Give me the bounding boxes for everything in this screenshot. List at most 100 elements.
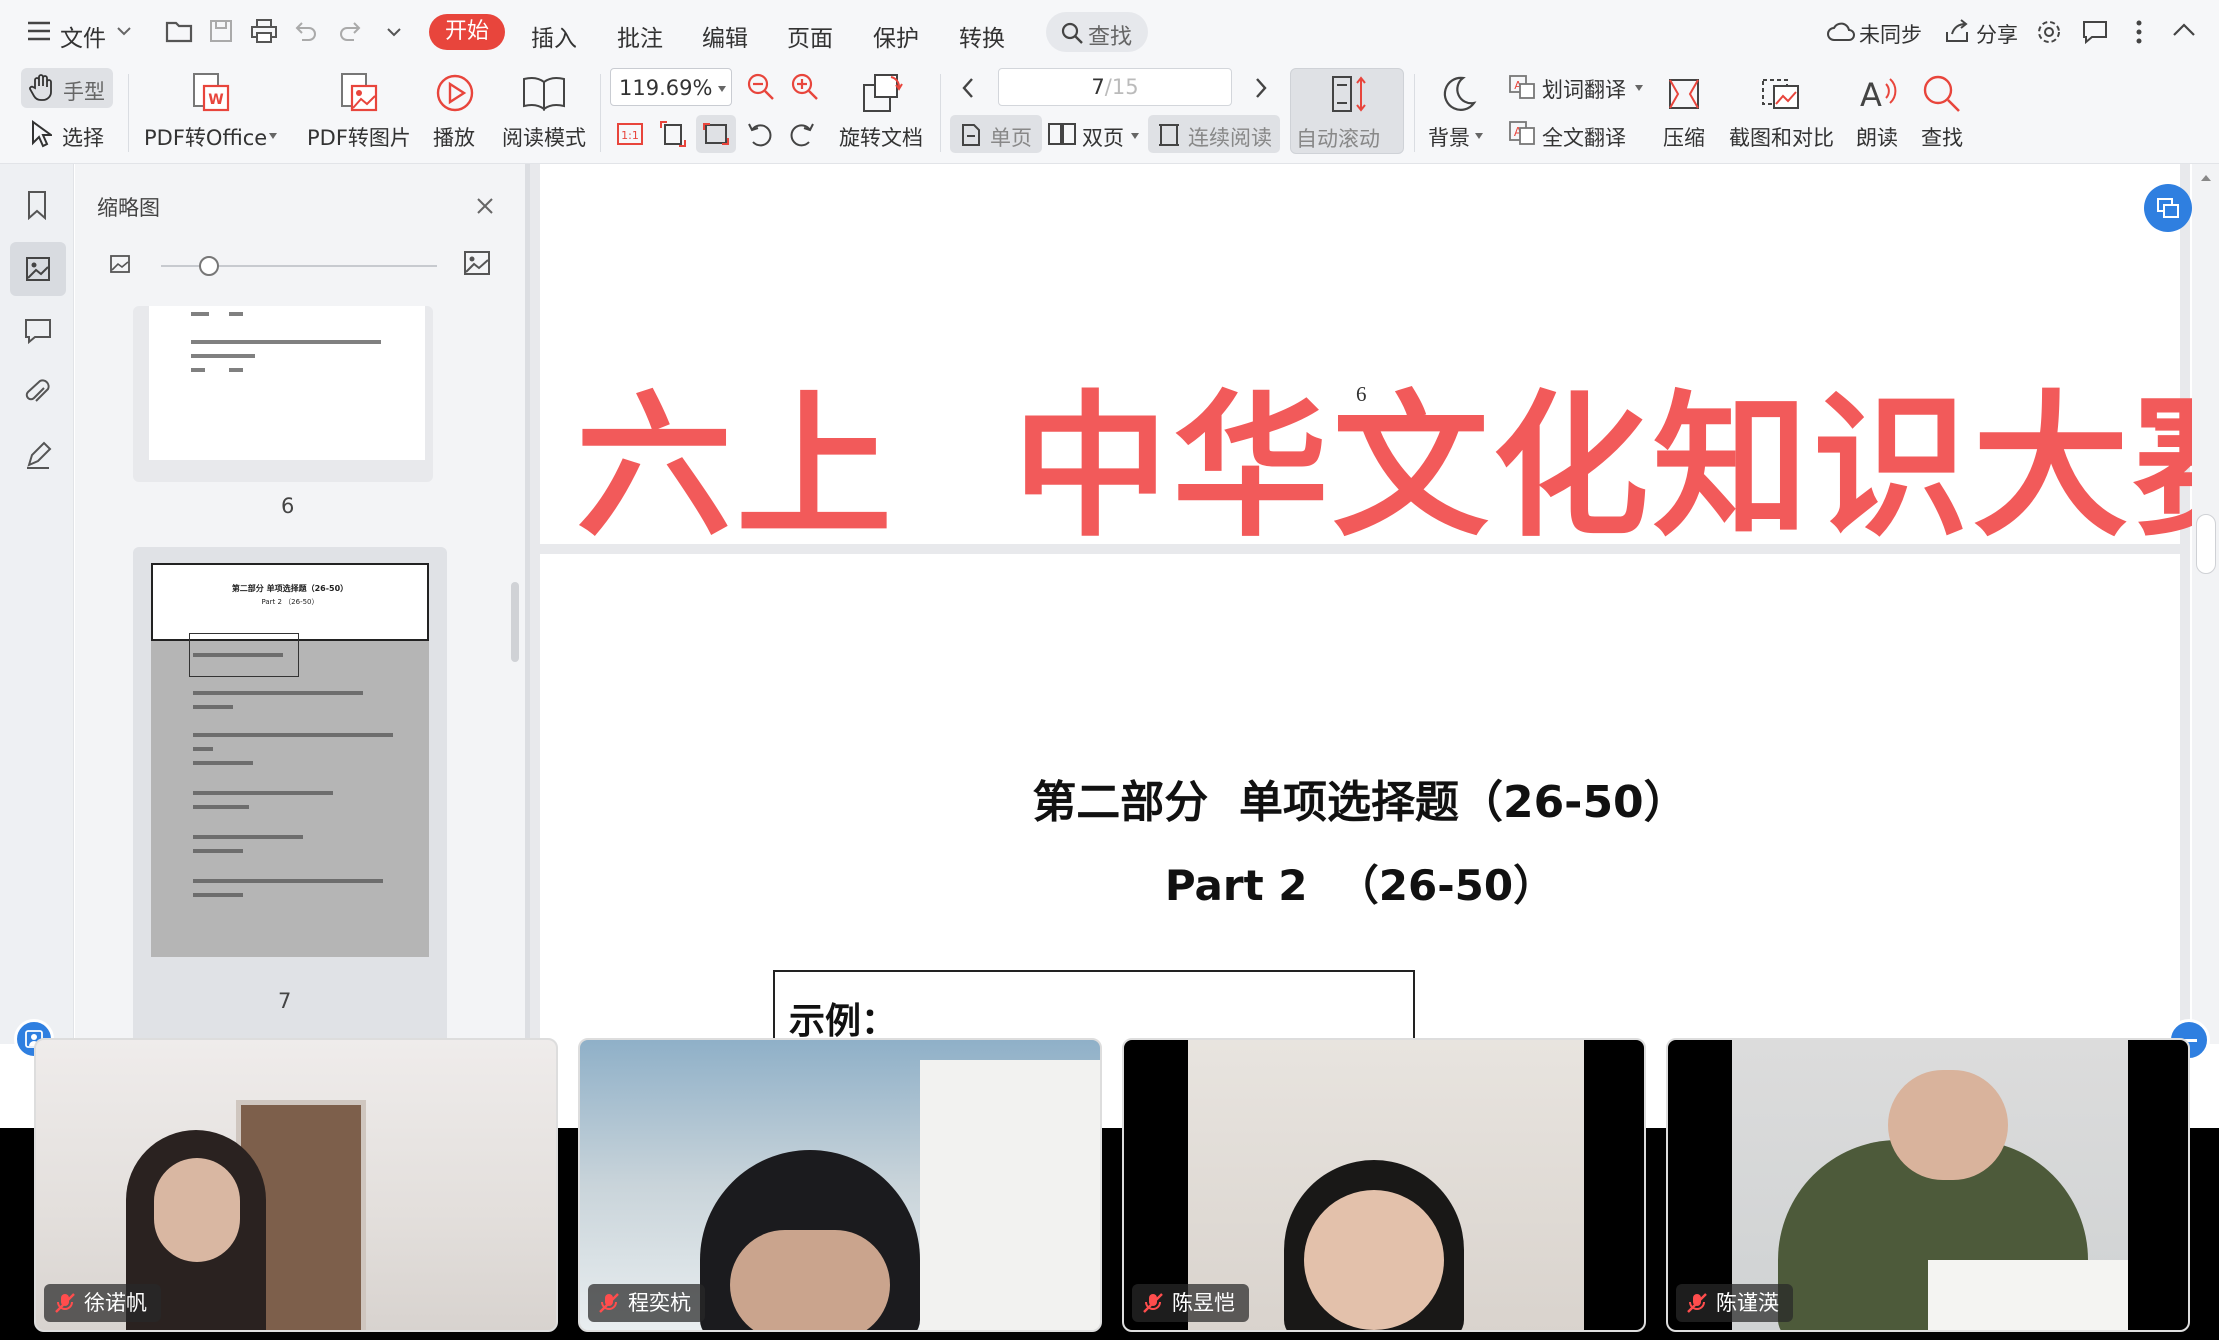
pdf-to-image-button[interactable]: PDF转图片 bbox=[307, 122, 411, 152]
continuous-read-button[interactable]: 连续阅读 bbox=[1148, 115, 1280, 153]
comment-icon[interactable] bbox=[24, 318, 52, 344]
continuous-read-icon bbox=[1156, 122, 1182, 148]
full-translate-icon[interactable]: A bbox=[1508, 120, 1536, 146]
bookmark-icon[interactable] bbox=[25, 190, 49, 220]
rotate-left-icon[interactable] bbox=[746, 120, 774, 148]
zoom-out-icon[interactable] bbox=[746, 72, 776, 102]
fit-width-button[interactable] bbox=[696, 115, 736, 153]
moon-icon[interactable] bbox=[1437, 73, 1479, 115]
document-scrollbar[interactable] bbox=[2192, 164, 2219, 1044]
muted-mic-icon bbox=[1142, 1292, 1164, 1314]
tab-convert[interactable]: 转换 bbox=[959, 19, 1005, 53]
chevron-down-icon[interactable] bbox=[1634, 84, 1644, 92]
tab-start[interactable]: 开始 bbox=[429, 14, 505, 50]
comment-bubble-icon[interactable] bbox=[2082, 20, 2108, 44]
read-aloud-button[interactable]: 朗读 bbox=[1856, 122, 1898, 152]
sync-status[interactable]: 未同步 bbox=[1859, 19, 1922, 49]
quick-access-dropdown-icon[interactable] bbox=[386, 26, 402, 38]
floating-assistant-button[interactable] bbox=[2144, 184, 2192, 232]
screenshot-compare-icon[interactable] bbox=[1760, 72, 1802, 114]
section-title: 第二部分 单项选择题（26-50） bbox=[1032, 777, 1688, 828]
thumbnail-size-slider[interactable] bbox=[161, 256, 437, 276]
zoom-in-icon[interactable] bbox=[790, 72, 820, 102]
tab-protect[interactable]: 保护 bbox=[873, 19, 919, 53]
auto-scroll-button[interactable]: 自动滚动 bbox=[1290, 68, 1404, 154]
print-icon[interactable] bbox=[250, 18, 278, 44]
more-options-icon[interactable] bbox=[2135, 19, 2143, 45]
hand-tool-button[interactable]: 手型 bbox=[21, 68, 113, 108]
zoom-select[interactable]: 119.69% bbox=[610, 68, 732, 106]
save-icon[interactable] bbox=[208, 18, 234, 44]
thumbnail-page-6[interactable] bbox=[133, 306, 433, 482]
word-translate-button[interactable]: 划词翻译 bbox=[1542, 74, 1626, 104]
chevron-down-icon[interactable] bbox=[116, 26, 132, 36]
cloud-sync-icon[interactable] bbox=[1826, 20, 1856, 44]
thumb-text-line bbox=[191, 340, 381, 344]
open-book-icon[interactable] bbox=[521, 75, 567, 111]
background-button[interactable]: 背景 bbox=[1428, 122, 1470, 152]
word-translate-icon[interactable]: A bbox=[1508, 74, 1536, 100]
share-button[interactable]: 分享 bbox=[1976, 19, 2018, 49]
video-tile-participant-1[interactable]: 徐诺帆 bbox=[34, 1038, 558, 1332]
find-icon[interactable] bbox=[1920, 72, 1962, 114]
slider-handle[interactable] bbox=[199, 256, 219, 276]
scrollbar-thumb[interactable] bbox=[2196, 514, 2216, 574]
select-tool-button[interactable]: 选择 bbox=[62, 122, 104, 152]
double-page-button[interactable]: 双页 bbox=[1082, 122, 1124, 152]
chevron-down-icon[interactable] bbox=[1130, 132, 1140, 140]
hamburger-menu-icon[interactable] bbox=[26, 20, 52, 42]
tab-page[interactable]: 页面 bbox=[787, 19, 833, 53]
thumbnail-scrollbar[interactable] bbox=[511, 582, 519, 662]
chevron-down-icon[interactable] bbox=[268, 132, 278, 140]
scroll-up-icon[interactable] bbox=[2200, 174, 2212, 182]
pdf-to-image-icon[interactable] bbox=[338, 72, 380, 114]
settings-gear-icon[interactable] bbox=[2036, 19, 2062, 45]
share-icon[interactable] bbox=[1944, 18, 1972, 44]
attachment-icon[interactable] bbox=[24, 378, 52, 408]
find-button[interactable]: 查找 bbox=[1921, 122, 1963, 152]
pdf-to-office-icon[interactable]: W bbox=[190, 72, 232, 114]
muted-mic-icon bbox=[1686, 1292, 1708, 1314]
example-label: 示例： bbox=[789, 1001, 898, 1042]
read-mode-button[interactable]: 阅读模式 bbox=[502, 122, 586, 152]
tab-edit[interactable]: 编辑 bbox=[702, 19, 748, 53]
cursor-arrow-icon[interactable] bbox=[30, 120, 52, 148]
large-thumbnail-icon[interactable] bbox=[463, 250, 491, 276]
play-icon[interactable] bbox=[435, 73, 475, 113]
fit-page-icon[interactable] bbox=[659, 120, 687, 148]
collapse-ribbon-icon[interactable] bbox=[2172, 22, 2196, 38]
rotate-document-button[interactable]: 旋转文档 bbox=[839, 122, 923, 152]
thumb-text-line bbox=[229, 312, 243, 316]
single-page-button[interactable]: 单页 bbox=[950, 115, 1042, 153]
compress-icon[interactable] bbox=[1664, 74, 1704, 114]
double-page-icon[interactable] bbox=[1047, 122, 1077, 146]
previous-page-icon[interactable] bbox=[960, 76, 976, 100]
file-menu[interactable]: 文件 bbox=[60, 19, 106, 53]
screenshot-compare-button[interactable]: 截图和对比 bbox=[1729, 122, 1834, 152]
pdf-to-office-button[interactable]: PDF转Office bbox=[144, 122, 267, 152]
undo-icon[interactable] bbox=[294, 20, 318, 42]
redo-icon[interactable] bbox=[338, 20, 362, 42]
close-icon[interactable] bbox=[475, 196, 495, 216]
video-tile-participant-2[interactable]: 程奕杭 bbox=[578, 1038, 1102, 1332]
thumbnail-tab-button[interactable] bbox=[10, 242, 66, 296]
signature-pen-icon[interactable] bbox=[24, 440, 52, 470]
search-box[interactable]: 查找 bbox=[1046, 12, 1148, 52]
page-number-input[interactable]: 7/15 bbox=[998, 68, 1232, 106]
video-tile-participant-4[interactable]: 陈谨渶 bbox=[1666, 1038, 2190, 1332]
divider bbox=[1414, 74, 1415, 152]
small-thumbnail-icon[interactable] bbox=[109, 254, 131, 274]
rotate-document-icon[interactable] bbox=[861, 71, 905, 115]
actual-size-icon[interactable]: 1:1 bbox=[616, 120, 644, 148]
next-page-icon[interactable] bbox=[1253, 76, 1269, 100]
video-tile-participant-3[interactable]: 陈昱恺 bbox=[1122, 1038, 1646, 1332]
tab-insert[interactable]: 插入 bbox=[531, 19, 577, 53]
play-button[interactable]: 播放 bbox=[433, 122, 475, 152]
read-aloud-icon[interactable]: A bbox=[1856, 72, 1900, 114]
compress-button[interactable]: 压缩 bbox=[1663, 122, 1705, 152]
chevron-down-icon[interactable] bbox=[1474, 132, 1484, 140]
rotate-right-icon[interactable] bbox=[788, 120, 816, 148]
full-translate-button[interactable]: 全文翻译 bbox=[1542, 122, 1626, 152]
tab-annotate[interactable]: 批注 bbox=[617, 19, 663, 53]
open-folder-icon[interactable] bbox=[165, 18, 193, 44]
